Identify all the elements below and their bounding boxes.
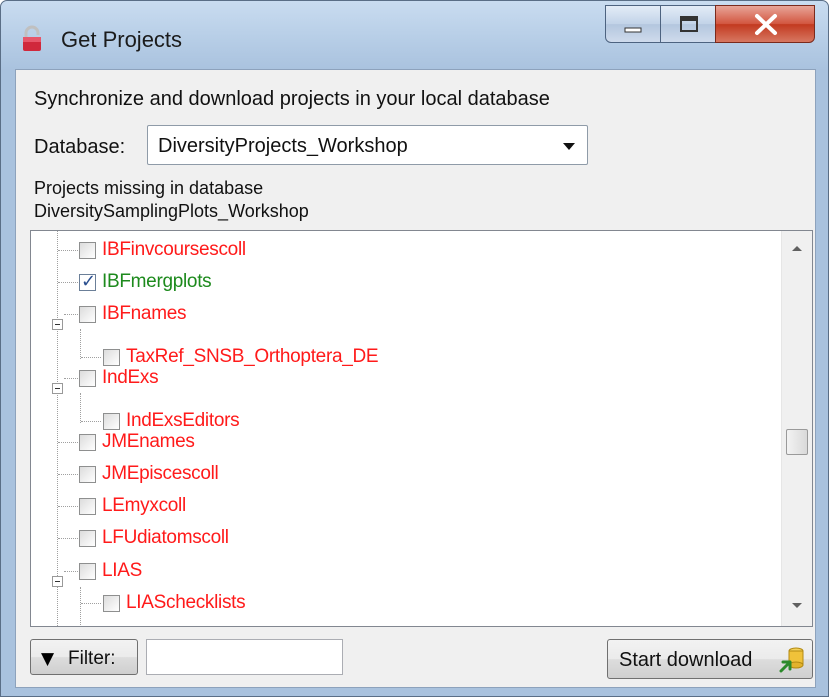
checkbox[interactable] (79, 466, 96, 483)
missing-line-2: DiversitySamplingPlots_Workshop (34, 201, 309, 221)
tree-item-label: TaxRef_SNSB_Orthoptera_DE (126, 346, 379, 367)
checkbox-checked[interactable] (79, 271, 96, 292)
tree-line (58, 282, 78, 283)
maximize-button[interactable] (660, 5, 716, 43)
tree-item-label: LEmyxcoll (102, 495, 186, 516)
header-description: Synchronize and download projects in you… (34, 88, 550, 110)
checkbox[interactable] (79, 306, 96, 323)
tree-line (81, 421, 101, 422)
checkbox[interactable] (79, 530, 96, 547)
tree-line (58, 506, 78, 507)
collapse-icon[interactable] (52, 383, 63, 394)
maximize-icon (680, 16, 698, 32)
tree-item-label: LFUdiatomscoll (102, 527, 229, 548)
minimize-icon (624, 27, 642, 33)
start-download-button[interactable]: Start download (607, 639, 813, 679)
database-dropdown[interactable]: DiversityProjects_Workshop (147, 125, 588, 165)
tree-line (64, 571, 78, 572)
missing-projects-label: Projects missing in database DiversitySa… (34, 177, 309, 223)
database-label: Database: (34, 136, 126, 158)
get-projects-window: Get Projects Synchronize and download pr… (0, 0, 829, 697)
tree-line (58, 442, 78, 443)
collapse-icon[interactable] (52, 576, 63, 587)
checkbox[interactable] (79, 434, 96, 451)
tree-item-label: JMEnames (102, 431, 195, 452)
tree-line (81, 603, 101, 604)
tree-line (80, 587, 81, 626)
start-download-label: Start download (619, 649, 753, 671)
project-tree-content: IBFinvcoursescoll IBFmergplots IBFnames … (31, 231, 783, 626)
minimize-button[interactable] (605, 5, 661, 43)
tree-line (58, 538, 78, 539)
checkbox[interactable] (79, 370, 96, 387)
database-selected-value: DiversityProjects_Workshop (158, 135, 408, 157)
filter-button-label: Filter: (68, 648, 116, 669)
database-download-icon (779, 647, 804, 673)
tree-line (81, 357, 101, 358)
missing-line-1: Projects missing in database (34, 178, 264, 198)
tree-line (80, 393, 81, 423)
tree-item-label: IBFinvcoursescoll (102, 239, 246, 260)
dialog-body: Synchronize and download projects in you… (15, 69, 816, 688)
tree-item-label: LIAS (102, 560, 142, 581)
funnel-icon: ▼ (41, 649, 55, 669)
checkbox[interactable] (103, 413, 120, 430)
tree-line (58, 474, 78, 475)
filter-input[interactable] (146, 639, 343, 675)
project-tree[interactable]: IBFinvcoursescoll IBFmergplots IBFnames … (30, 230, 813, 627)
chevron-down-icon[interactable] (563, 143, 575, 150)
checkbox[interactable] (79, 498, 96, 515)
tree-line (80, 329, 81, 359)
scroll-up-icon[interactable] (792, 246, 802, 251)
tree-item-label: JMEpiscescoll (102, 463, 219, 484)
vertical-scrollbar[interactable] (781, 231, 812, 626)
checkbox[interactable] (103, 595, 120, 612)
scroll-thumb[interactable] (786, 429, 808, 455)
tree-item-label: IBFnames (102, 303, 187, 324)
collapse-icon[interactable] (52, 319, 63, 330)
tree-line (64, 378, 78, 379)
lock-icon (23, 25, 41, 51)
close-button[interactable] (715, 5, 815, 43)
tree-item-label: IBFmergplots (102, 271, 212, 292)
close-icon (755, 14, 777, 35)
scroll-down-icon[interactable] (792, 603, 802, 608)
checkbox[interactable] (79, 242, 96, 259)
checkbox[interactable] (103, 349, 120, 366)
tree-line (64, 314, 78, 315)
title-bar[interactable]: Get Projects (1, 1, 828, 71)
tree-line (57, 231, 58, 626)
checkbox[interactable] (79, 563, 96, 580)
window-title: Get Projects (61, 27, 183, 52)
filter-button[interactable]: ▼ Filter: (30, 639, 138, 675)
tree-line (58, 250, 78, 251)
tree-item-label: IndExsEditors (126, 410, 240, 431)
tree-item-label: LIASchecklists (126, 592, 246, 613)
tree-item-label: IndExs (102, 367, 159, 388)
